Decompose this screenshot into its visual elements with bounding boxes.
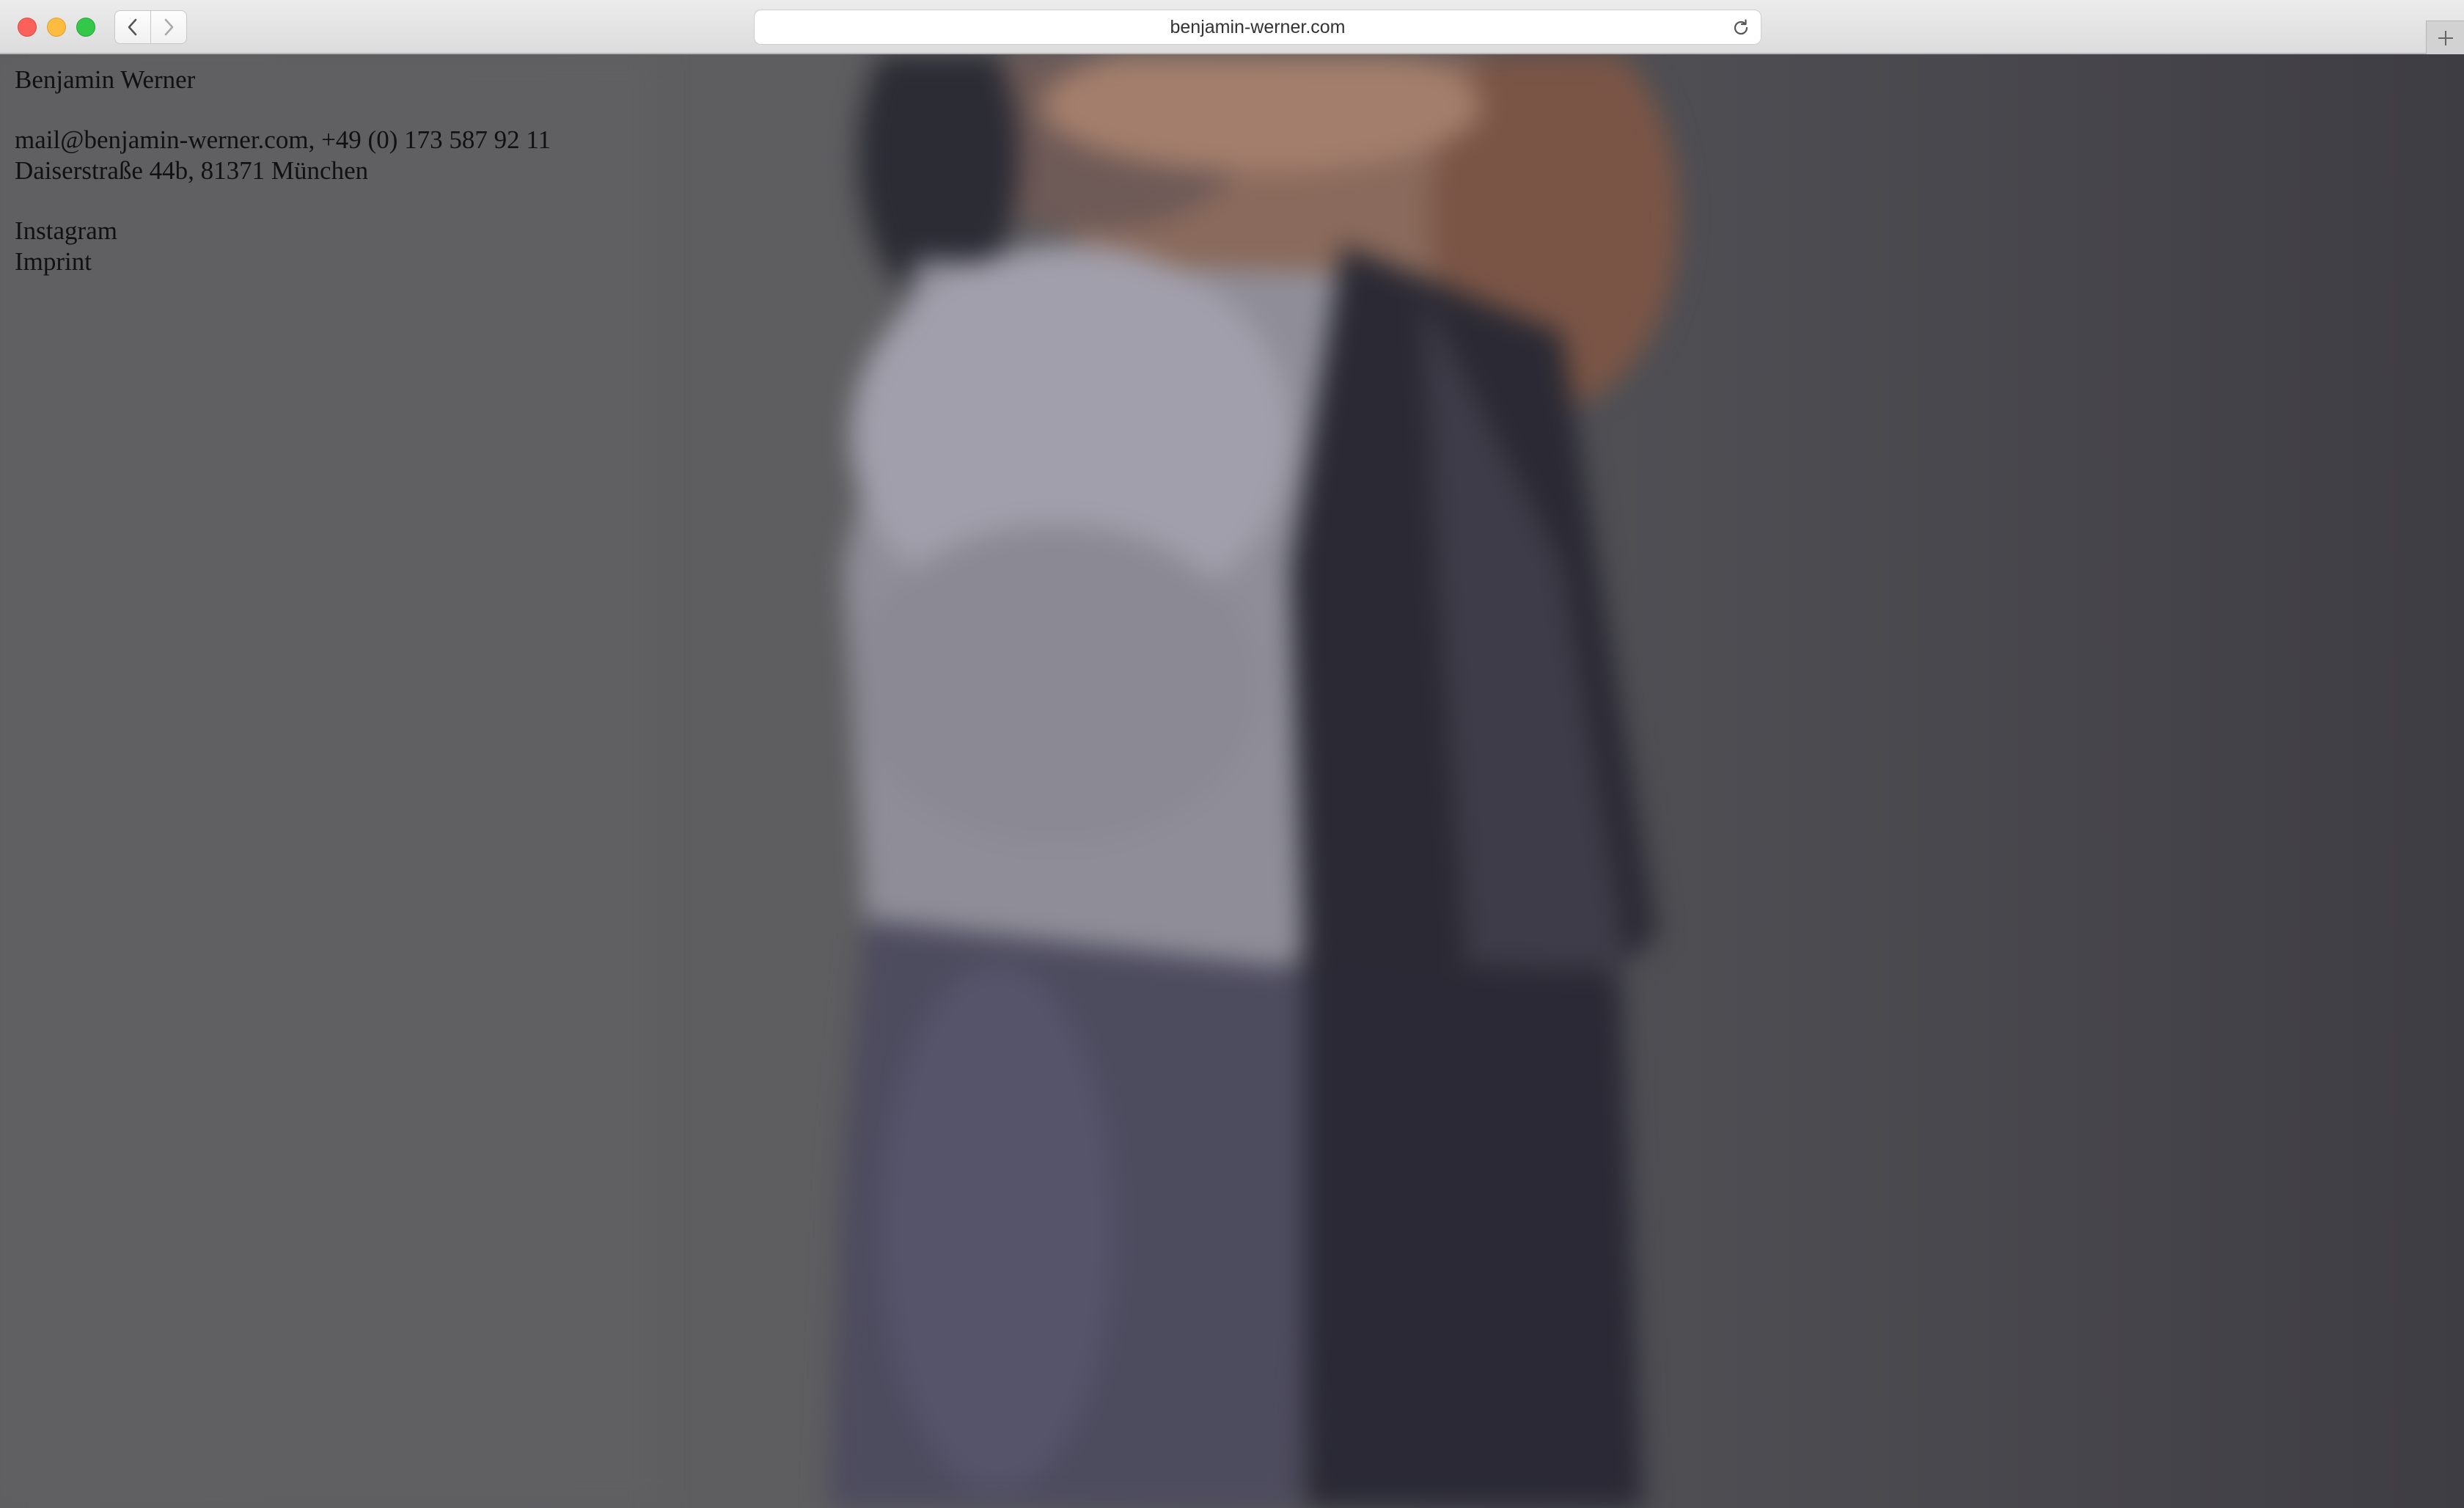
forward-button[interactable] (150, 10, 187, 44)
new-tab-button[interactable] (2426, 21, 2464, 54)
back-button[interactable] (114, 10, 151, 44)
chevron-right-icon (164, 18, 174, 36)
close-window-button[interactable] (18, 18, 37, 37)
contact-info: Benjamin Werner mail@benjamin-werner.com… (15, 65, 551, 277)
minimize-window-button[interactable] (47, 18, 66, 37)
site-name: Benjamin Werner (15, 65, 196, 94)
reload-icon[interactable] (1731, 18, 1750, 37)
imprint-link[interactable]: Imprint (15, 246, 551, 277)
address-bar-url: benjamin-werner.com (1170, 16, 1346, 37)
browser-window: benjamin-werner.com Benjamin Werner mail… (0, 0, 2464, 1508)
chevron-left-icon (128, 18, 137, 36)
address-line: Daiserstraße 44b, 81371 München (15, 156, 369, 185)
page-content: Benjamin Werner mail@benjamin-werner.com… (0, 54, 2464, 1508)
plus-icon (2438, 30, 2453, 45)
contact-line-link[interactable]: mail@benjamin-werner.com, +49 (0) 173 58… (15, 125, 551, 155)
maximize-window-button[interactable] (76, 18, 95, 37)
address-bar[interactable]: benjamin-werner.com (754, 10, 1761, 45)
browser-toolbar: benjamin-werner.com (0, 0, 2464, 54)
instagram-link[interactable]: Instagram (15, 216, 551, 246)
